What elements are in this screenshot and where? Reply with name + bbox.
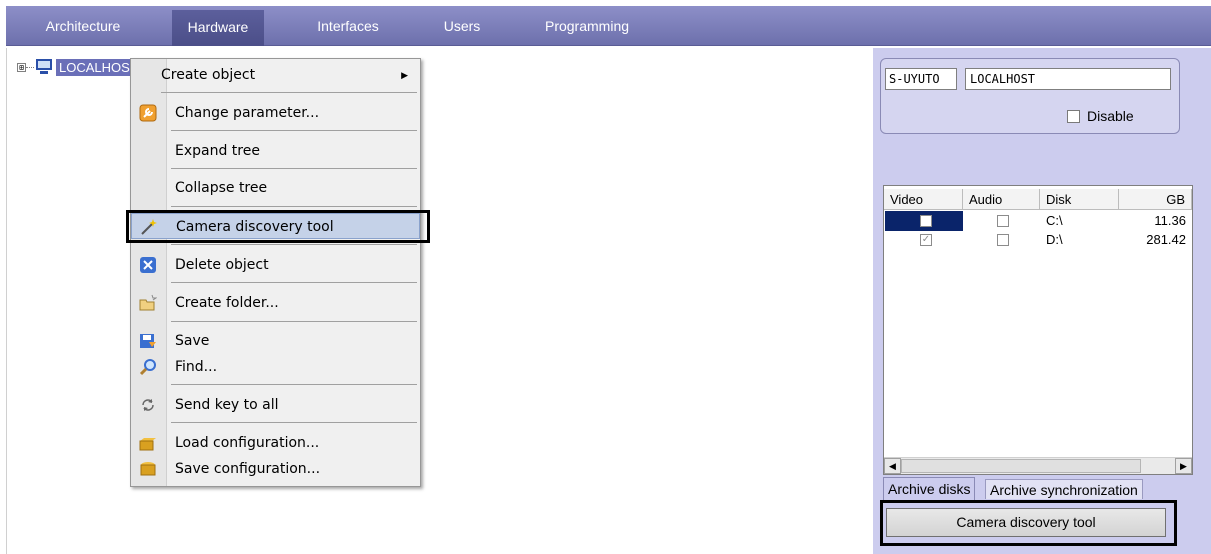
menu-item-create-object[interactable]: Create object ▶ [131, 62, 420, 88]
menu-item-find[interactable]: Find... [131, 354, 420, 380]
menu-separator [171, 168, 417, 169]
tab-interfaces[interactable]: Interfaces [308, 6, 388, 46]
column-header-video[interactable]: Video [884, 189, 963, 210]
archive-disks-list[interactable]: Video Audio Disk GB C:\ 11.36 ✓ D:\ 281.… [883, 185, 1193, 475]
annotation-highlight-button [880, 500, 1177, 546]
box-icon [140, 462, 156, 476]
menu-separator [161, 92, 417, 93]
disable-label: Disable [1087, 108, 1134, 124]
menu-item-expand-tree[interactable]: Expand tree [131, 138, 420, 164]
menu-separator [171, 130, 417, 131]
menu-separator [171, 282, 417, 283]
disk-cell: C:\ [1046, 213, 1063, 228]
tab-users[interactable]: Users [436, 6, 488, 46]
video-checkbox-checked[interactable]: ✓ [920, 234, 932, 246]
list-header: Video Audio Disk GB [884, 189, 1192, 210]
menu-item-create-folder[interactable]: Create folder... [131, 290, 420, 316]
annotation-highlight-menu [126, 210, 430, 243]
gb-cell: 281.42 [1146, 232, 1186, 247]
menu-separator [171, 321, 417, 322]
menu-item-label: Change parameter... [175, 105, 320, 121]
magnifier-icon [139, 359, 156, 376]
menu-separator [171, 244, 417, 245]
column-header-gb[interactable]: GB [1119, 189, 1192, 210]
menu-item-label: Find... [175, 359, 218, 375]
menu-item-label: Load configuration... [175, 435, 320, 451]
column-header-audio[interactable]: Audio [963, 189, 1040, 210]
menu-item-collapse-tree[interactable]: Collapse tree [131, 175, 420, 201]
delete-icon [140, 257, 156, 273]
object-group-box: S-UYUTO LOCALHOST Disable [880, 58, 1180, 134]
object-name-field[interactable]: LOCALHOST [965, 68, 1171, 90]
column-header-disk[interactable]: Disk [1040, 189, 1119, 210]
open-box-icon [139, 438, 156, 451]
audio-checkbox[interactable] [997, 215, 1009, 227]
tab-archive-synchronization[interactable]: Archive synchronization [985, 479, 1143, 499]
new-folder-icon [139, 294, 157, 311]
scroll-thumb[interactable] [901, 459, 1141, 473]
disable-checkbox[interactable] [1067, 110, 1080, 123]
tab-hardware[interactable]: Hardware [172, 10, 264, 46]
menu-separator [171, 384, 417, 385]
tree-expander-icon[interactable]: ⊞ [17, 62, 26, 72]
computer-icon [34, 58, 54, 76]
tab-programming[interactable]: Programming [540, 6, 634, 46]
horizontal-scrollbar[interactable]: ◀ ▶ [884, 457, 1192, 474]
save-icon [140, 334, 156, 348]
tree-connector [26, 66, 34, 68]
submenu-arrow-icon: ▶ [401, 70, 408, 80]
menu-item-save[interactable]: Save [131, 328, 420, 354]
tab-archive-disks[interactable]: Archive disks [883, 477, 976, 500]
video-checkbox[interactable] [920, 215, 932, 227]
menu-item-label: Create folder... [175, 295, 279, 311]
menu-separator [171, 206, 417, 207]
context-menu: Create object ▶ Change parameter... Expa… [130, 58, 421, 487]
menu-item-label: Save configuration... [175, 461, 321, 477]
tree-root-row[interactable]: ⊞ LOCALHOS [17, 57, 133, 77]
scroll-right-icon[interactable]: ▶ [1175, 458, 1192, 474]
refresh-icon [142, 399, 154, 411]
audio-checkbox[interactable] [997, 234, 1009, 246]
wrench-icon [139, 104, 157, 122]
menu-item-label: Save [175, 333, 210, 349]
menu-item-label: Delete object [175, 257, 269, 273]
main-tab-bar: Architecture Hardware Interfaces Users P… [0, 0, 1211, 48]
menu-item-label: Create object [161, 67, 256, 83]
properties-panel: S-UYUTO LOCALHOST Disable Video Audio Di… [873, 48, 1211, 554]
scroll-left-icon[interactable]: ◀ [884, 458, 901, 474]
menu-item-delete-object[interactable]: Delete object [131, 252, 420, 278]
menu-item-label: Send key to all [175, 397, 279, 413]
menu-separator [171, 422, 417, 423]
gb-cell: 11.36 [1154, 213, 1186, 228]
tab-architecture[interactable]: Architecture [40, 6, 126, 46]
menu-item-label: Collapse tree [175, 180, 268, 196]
menu-item-load-configuration[interactable]: Load configuration... [131, 430, 420, 456]
menu-item-change-parameter[interactable]: Change parameter... [131, 100, 420, 126]
disk-cell: D:\ [1046, 232, 1063, 247]
menu-item-label: Expand tree [175, 143, 260, 159]
menu-item-save-configuration[interactable]: Save configuration... [131, 456, 420, 482]
object-id-field[interactable]: S-UYUTO [885, 68, 957, 90]
menu-item-send-key[interactable]: Send key to all [131, 392, 420, 418]
tree-root-label[interactable]: LOCALHOS [56, 58, 133, 76]
